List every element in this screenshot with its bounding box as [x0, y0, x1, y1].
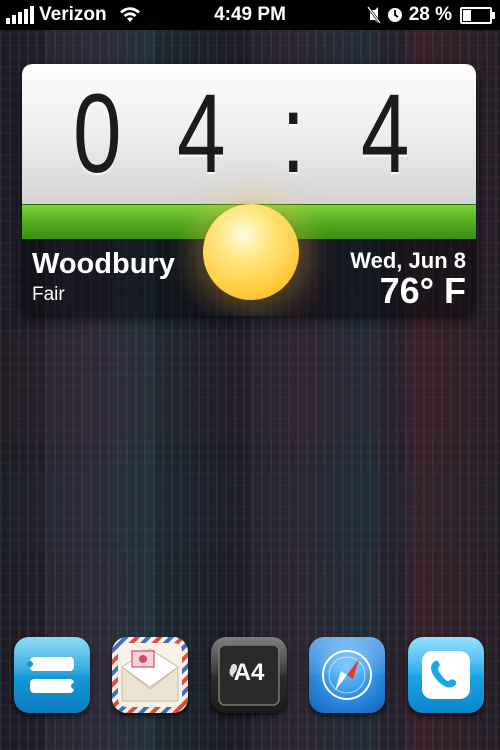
battery-fill	[463, 9, 471, 21]
safari-compass-icon[interactable]	[309, 637, 385, 713]
clock-weather-widget[interactable]: 0 4 : 4 9 Woodbury Fair Wed, Jun 8 76° F	[22, 64, 476, 316]
battery-icon	[460, 6, 495, 24]
battery-percent: 28 %	[408, 4, 452, 25]
weather-temperature: 76° F	[379, 270, 466, 311]
weather-condition: Fair	[32, 284, 65, 305]
alarm-icon	[387, 8, 402, 22]
status-bar: Verizon 4:49 PM 28 %	[0, 0, 500, 30]
mute-icon	[366, 6, 381, 24]
sun-icon	[203, 204, 299, 300]
wallpaper-band	[0, 330, 500, 440]
app-switcher-icon[interactable]	[14, 637, 90, 713]
weather-city: Woodbury	[32, 248, 175, 280]
clock-panel: 0 4 : 4 9	[22, 64, 476, 302]
dock: A4	[0, 622, 500, 750]
mail-envelope-icon[interactable]	[112, 637, 188, 713]
phone-icon[interactable]	[408, 637, 484, 713]
a4-chip-icon[interactable]: A4	[211, 637, 287, 713]
wallpaper-band	[0, 470, 500, 550]
status-right: 28 %	[366, 4, 495, 26]
chip-label: A4	[233, 659, 265, 686]
